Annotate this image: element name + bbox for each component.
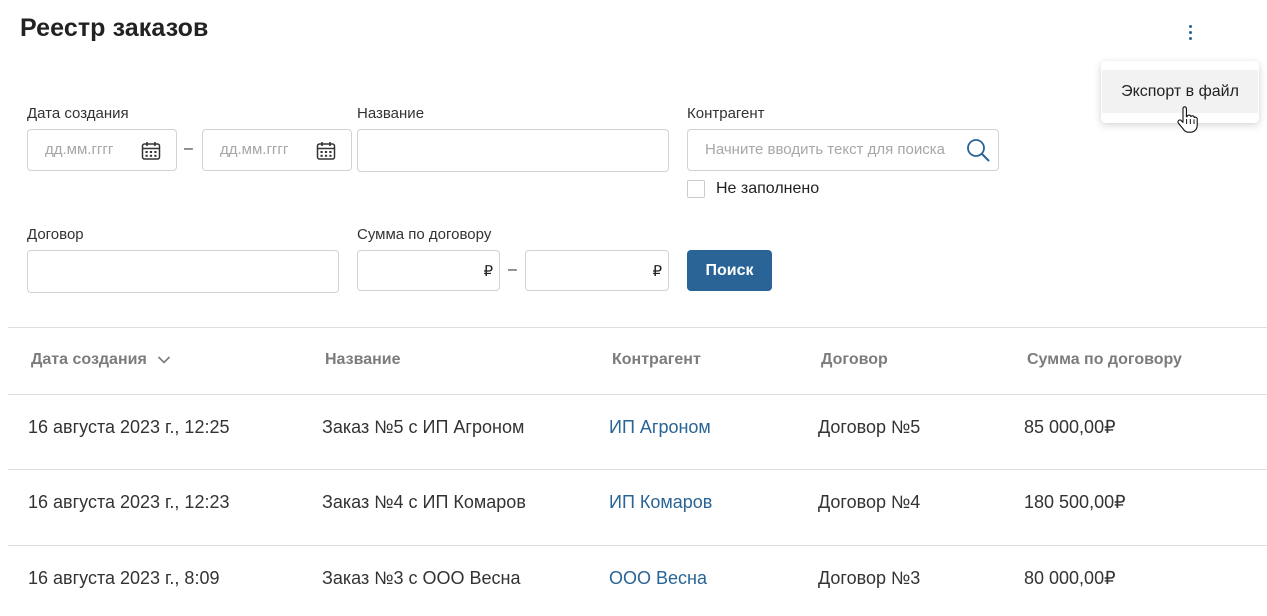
contract-input[interactable] — [27, 250, 339, 293]
column-header-date[interactable]: Дата создания — [31, 351, 171, 369]
date-created-label: Дата создания — [27, 105, 129, 122]
page-title: Реестр заказов — [20, 14, 209, 42]
column-header-sum[interactable]: Сумма по договору — [1027, 351, 1182, 369]
divider — [8, 545, 1267, 546]
cell-contract: Договор №5 — [818, 417, 921, 437]
search-button[interactable]: Поиск — [687, 250, 772, 291]
cell-name: Заказ №3 с ООО Весна — [322, 568, 521, 588]
cell-contract: Договор №4 — [818, 492, 921, 512]
counterparty-link[interactable]: ИП Комаров — [609, 492, 712, 513]
more-vertical-icon[interactable] — [1179, 20, 1201, 44]
calendar-icon[interactable] — [316, 141, 336, 161]
cell-date: 16 августа 2023 г., 12:25 — [28, 417, 230, 437]
counterparty-search-input[interactable]: Начните вводить текст для поиска — [687, 129, 999, 171]
hand-pointer-icon — [1177, 106, 1198, 133]
ruble-sign: ₽ — [483, 263, 493, 280]
cell-sum: 180 500,00₽ — [1024, 492, 1126, 512]
empty-counterparty-checkbox[interactable] — [687, 180, 705, 198]
cell-name: Заказ №5 с ИП Агроном — [322, 417, 525, 437]
date-from-placeholder: дд.мм.гггг — [45, 141, 114, 158]
column-header-counterparty[interactable]: Контрагент — [612, 351, 701, 369]
sum-range-dash: – — [508, 261, 517, 278]
name-input[interactable] — [357, 129, 669, 172]
divider — [8, 394, 1267, 395]
counterparty-placeholder: Начните вводить текст для поиска — [705, 141, 945, 158]
cell-name: Заказ №4 с ИП Комаров — [322, 492, 526, 512]
sum-from-input[interactable]: ₽ — [357, 250, 500, 291]
ruble-sign: ₽ — [652, 263, 662, 280]
cell-date: 16 августа 2023 г., 8:09 — [28, 568, 220, 588]
date-from-field[interactable]: дд.мм.гггг — [27, 129, 177, 171]
divider — [8, 327, 1267, 328]
counterparty-link[interactable]: ИП Агроном — [609, 417, 711, 438]
cell-sum: 80 000,00₽ — [1024, 568, 1116, 588]
search-icon[interactable] — [965, 137, 991, 163]
chevron-down-icon[interactable] — [157, 355, 171, 365]
divider — [8, 469, 1267, 470]
cell-date: 16 августа 2023 г., 12:23 — [28, 492, 230, 512]
cell-sum: 85 000,00₽ — [1024, 417, 1116, 437]
cell-contract: Договор №3 — [818, 568, 921, 588]
date-to-field[interactable]: дд.мм.гггг — [202, 129, 352, 171]
column-header-name[interactable]: Название — [325, 351, 401, 369]
date-to-placeholder: дд.мм.гггг — [220, 141, 289, 158]
calendar-icon[interactable] — [141, 141, 161, 161]
contract-label: Договор — [27, 226, 84, 243]
date-range-dash: – — [184, 140, 193, 157]
name-label: Название — [357, 105, 425, 122]
counterparty-label: Контрагент — [687, 105, 765, 122]
column-header-date-label: Дата создания — [31, 351, 147, 368]
column-header-contract[interactable]: Договор — [821, 351, 888, 369]
empty-counterparty-label: Не заполнено — [716, 180, 820, 197]
sum-to-input[interactable]: ₽ — [525, 250, 669, 291]
counterparty-link[interactable]: ООО Весна — [609, 568, 707, 589]
sum-label: Сумма по договору — [357, 226, 492, 243]
